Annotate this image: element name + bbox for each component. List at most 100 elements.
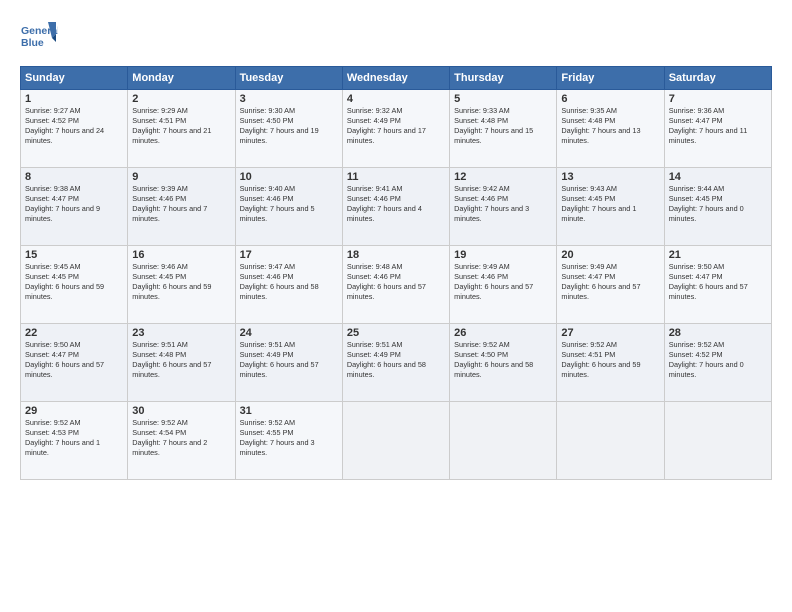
calendar-cell: 17 Sunrise: 9:47 AMSunset: 4:46 PMDaylig… <box>235 246 342 324</box>
day-number: 9 <box>132 171 230 183</box>
day-number: 6 <box>561 93 659 105</box>
header-cell-saturday: Saturday <box>664 67 771 90</box>
week-row-2: 8 Sunrise: 9:38 AMSunset: 4:47 PMDayligh… <box>21 168 772 246</box>
header: General Blue <box>20 18 772 56</box>
cell-info: Sunrise: 9:40 AMSunset: 4:46 PMDaylight:… <box>240 184 315 223</box>
day-number: 29 <box>25 405 123 417</box>
calendar-cell: 18 Sunrise: 9:48 AMSunset: 4:46 PMDaylig… <box>342 246 449 324</box>
cell-info: Sunrise: 9:35 AMSunset: 4:48 PMDaylight:… <box>561 106 640 145</box>
calendar-cell: 23 Sunrise: 9:51 AMSunset: 4:48 PMDaylig… <box>128 324 235 402</box>
cell-info: Sunrise: 9:50 AMSunset: 4:47 PMDaylight:… <box>669 262 748 301</box>
calendar-cell: 1 Sunrise: 9:27 AMSunset: 4:52 PMDayligh… <box>21 90 128 168</box>
cell-info: Sunrise: 9:33 AMSunset: 4:48 PMDaylight:… <box>454 106 533 145</box>
header-cell-tuesday: Tuesday <box>235 67 342 90</box>
day-number: 31 <box>240 405 338 417</box>
calendar-cell: 12 Sunrise: 9:42 AMSunset: 4:46 PMDaylig… <box>450 168 557 246</box>
cell-info: Sunrise: 9:52 AMSunset: 4:52 PMDaylight:… <box>669 340 744 379</box>
calendar-cell <box>450 402 557 480</box>
calendar-cell: 2 Sunrise: 9:29 AMSunset: 4:51 PMDayligh… <box>128 90 235 168</box>
calendar-header-row: SundayMondayTuesdayWednesdayThursdayFrid… <box>21 67 772 90</box>
day-number: 15 <box>25 249 123 261</box>
day-number: 2 <box>132 93 230 105</box>
cell-info: Sunrise: 9:36 AMSunset: 4:47 PMDaylight:… <box>669 106 748 145</box>
calendar-cell: 15 Sunrise: 9:45 AMSunset: 4:45 PMDaylig… <box>21 246 128 324</box>
calendar-cell: 4 Sunrise: 9:32 AMSunset: 4:49 PMDayligh… <box>342 90 449 168</box>
calendar-cell <box>557 402 664 480</box>
calendar-cell: 24 Sunrise: 9:51 AMSunset: 4:49 PMDaylig… <box>235 324 342 402</box>
calendar-cell: 27 Sunrise: 9:52 AMSunset: 4:51 PMDaylig… <box>557 324 664 402</box>
day-number: 16 <box>132 249 230 261</box>
calendar-cell: 26 Sunrise: 9:52 AMSunset: 4:50 PMDaylig… <box>450 324 557 402</box>
day-number: 28 <box>669 327 767 339</box>
calendar-cell: 13 Sunrise: 9:43 AMSunset: 4:45 PMDaylig… <box>557 168 664 246</box>
logo: General Blue <box>20 18 58 56</box>
cell-info: Sunrise: 9:52 AMSunset: 4:54 PMDaylight:… <box>132 418 207 457</box>
day-number: 25 <box>347 327 445 339</box>
cell-info: Sunrise: 9:52 AMSunset: 4:50 PMDaylight:… <box>454 340 533 379</box>
cell-info: Sunrise: 9:52 AMSunset: 4:51 PMDaylight:… <box>561 340 640 379</box>
day-number: 27 <box>561 327 659 339</box>
cell-info: Sunrise: 9:47 AMSunset: 4:46 PMDaylight:… <box>240 262 319 301</box>
day-number: 26 <box>454 327 552 339</box>
cell-info: Sunrise: 9:32 AMSunset: 4:49 PMDaylight:… <box>347 106 426 145</box>
cell-info: Sunrise: 9:27 AMSunset: 4:52 PMDaylight:… <box>25 106 104 145</box>
header-cell-sunday: Sunday <box>21 67 128 90</box>
header-cell-thursday: Thursday <box>450 67 557 90</box>
calendar-cell: 28 Sunrise: 9:52 AMSunset: 4:52 PMDaylig… <box>664 324 771 402</box>
day-number: 20 <box>561 249 659 261</box>
day-number: 5 <box>454 93 552 105</box>
cell-info: Sunrise: 9:51 AMSunset: 4:49 PMDaylight:… <box>240 340 319 379</box>
day-number: 30 <box>132 405 230 417</box>
calendar-body: 1 Sunrise: 9:27 AMSunset: 4:52 PMDayligh… <box>21 90 772 480</box>
day-number: 13 <box>561 171 659 183</box>
day-number: 4 <box>347 93 445 105</box>
svg-text:Blue: Blue <box>21 37 44 49</box>
cell-info: Sunrise: 9:30 AMSunset: 4:50 PMDaylight:… <box>240 106 319 145</box>
calendar-cell: 11 Sunrise: 9:41 AMSunset: 4:46 PMDaylig… <box>342 168 449 246</box>
header-cell-wednesday: Wednesday <box>342 67 449 90</box>
week-row-3: 15 Sunrise: 9:45 AMSunset: 4:45 PMDaylig… <box>21 246 772 324</box>
calendar-cell <box>342 402 449 480</box>
calendar-cell: 21 Sunrise: 9:50 AMSunset: 4:47 PMDaylig… <box>664 246 771 324</box>
cell-info: Sunrise: 9:39 AMSunset: 4:46 PMDaylight:… <box>132 184 207 223</box>
day-number: 14 <box>669 171 767 183</box>
calendar-cell: 14 Sunrise: 9:44 AMSunset: 4:45 PMDaylig… <box>664 168 771 246</box>
calendar-cell: 30 Sunrise: 9:52 AMSunset: 4:54 PMDaylig… <box>128 402 235 480</box>
day-number: 10 <box>240 171 338 183</box>
calendar-cell <box>664 402 771 480</box>
calendar-cell: 22 Sunrise: 9:50 AMSunset: 4:47 PMDaylig… <box>21 324 128 402</box>
calendar-cell: 7 Sunrise: 9:36 AMSunset: 4:47 PMDayligh… <box>664 90 771 168</box>
cell-info: Sunrise: 9:50 AMSunset: 4:47 PMDaylight:… <box>25 340 104 379</box>
header-cell-monday: Monday <box>128 67 235 90</box>
calendar-cell: 29 Sunrise: 9:52 AMSunset: 4:53 PMDaylig… <box>21 402 128 480</box>
day-number: 8 <box>25 171 123 183</box>
calendar-cell: 9 Sunrise: 9:39 AMSunset: 4:46 PMDayligh… <box>128 168 235 246</box>
cell-info: Sunrise: 9:52 AMSunset: 4:53 PMDaylight:… <box>25 418 100 457</box>
day-number: 19 <box>454 249 552 261</box>
day-number: 3 <box>240 93 338 105</box>
cell-info: Sunrise: 9:46 AMSunset: 4:45 PMDaylight:… <box>132 262 211 301</box>
cell-info: Sunrise: 9:29 AMSunset: 4:51 PMDaylight:… <box>132 106 211 145</box>
calendar-cell: 3 Sunrise: 9:30 AMSunset: 4:50 PMDayligh… <box>235 90 342 168</box>
cell-info: Sunrise: 9:49 AMSunset: 4:46 PMDaylight:… <box>454 262 533 301</box>
cell-info: Sunrise: 9:52 AMSunset: 4:55 PMDaylight:… <box>240 418 315 457</box>
logo-svg: General Blue <box>20 18 58 56</box>
day-number: 1 <box>25 93 123 105</box>
cell-info: Sunrise: 9:45 AMSunset: 4:45 PMDaylight:… <box>25 262 104 301</box>
cell-info: Sunrise: 9:48 AMSunset: 4:46 PMDaylight:… <box>347 262 426 301</box>
week-row-4: 22 Sunrise: 9:50 AMSunset: 4:47 PMDaylig… <box>21 324 772 402</box>
day-number: 22 <box>25 327 123 339</box>
day-number: 23 <box>132 327 230 339</box>
day-number: 24 <box>240 327 338 339</box>
calendar-cell: 20 Sunrise: 9:49 AMSunset: 4:47 PMDaylig… <box>557 246 664 324</box>
cell-info: Sunrise: 9:42 AMSunset: 4:46 PMDaylight:… <box>454 184 529 223</box>
day-number: 17 <box>240 249 338 261</box>
day-number: 7 <box>669 93 767 105</box>
day-number: 11 <box>347 171 445 183</box>
week-row-1: 1 Sunrise: 9:27 AMSunset: 4:52 PMDayligh… <box>21 90 772 168</box>
cell-info: Sunrise: 9:51 AMSunset: 4:49 PMDaylight:… <box>347 340 426 379</box>
cell-info: Sunrise: 9:38 AMSunset: 4:47 PMDaylight:… <box>25 184 100 223</box>
cell-info: Sunrise: 9:41 AMSunset: 4:46 PMDaylight:… <box>347 184 422 223</box>
cell-info: Sunrise: 9:43 AMSunset: 4:45 PMDaylight:… <box>561 184 636 223</box>
calendar-cell: 31 Sunrise: 9:52 AMSunset: 4:55 PMDaylig… <box>235 402 342 480</box>
